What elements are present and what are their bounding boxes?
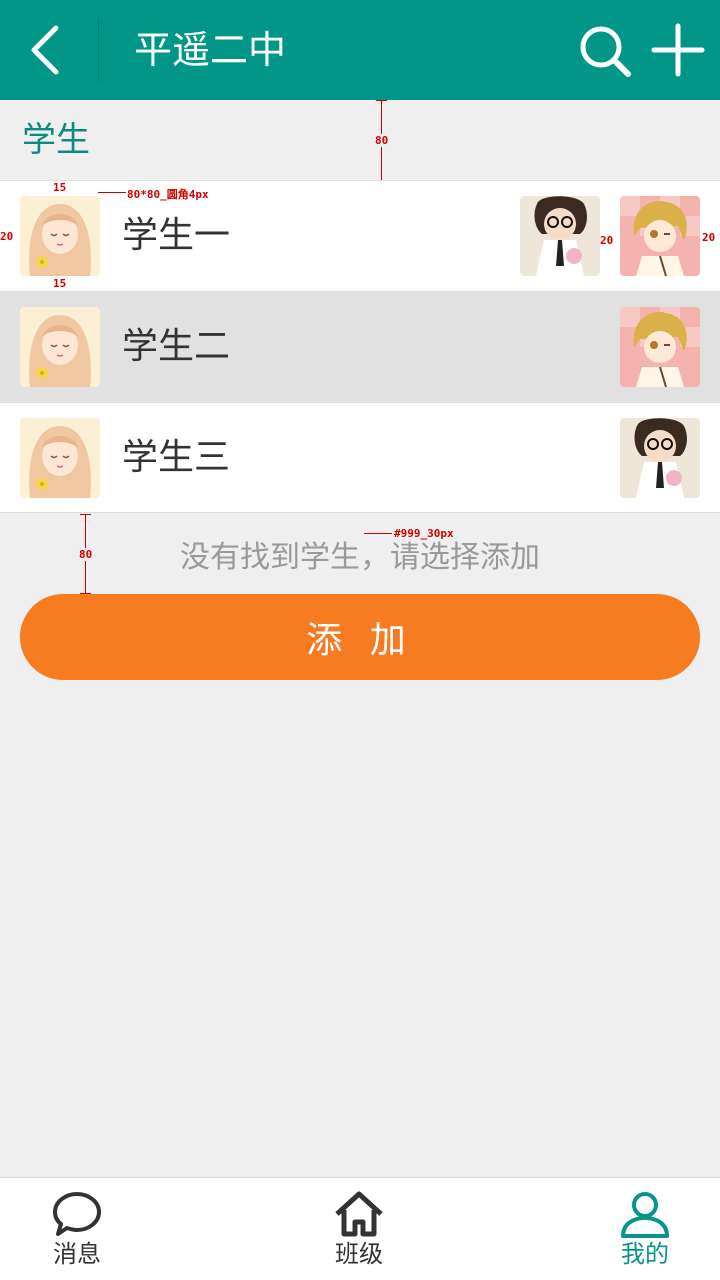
annotation-label: 20 — [0, 230, 14, 243]
section-header: 学生 — [0, 100, 720, 180]
student-avatar — [20, 418, 100, 498]
nav-label: 班级 — [335, 1240, 383, 1268]
search-icon — [580, 26, 631, 77]
annotation-label: 80*80_圆角4px — [127, 188, 209, 201]
annotation-line — [98, 192, 126, 193]
student-avatar — [20, 196, 100, 276]
nav-label: 我的 — [621, 1240, 669, 1268]
add-button-header[interactable] — [650, 22, 706, 78]
annotation-label: 15 — [53, 277, 67, 290]
page-title: 平遥二中 — [134, 28, 287, 72]
student-name: 学生二 — [122, 326, 231, 367]
nav-label: 消息 — [53, 1240, 101, 1268]
nav-item-messages[interactable]: 消息 — [2, 1178, 152, 1280]
student-row[interactable]: 学生三 — [0, 402, 720, 513]
anime-girl-avatar-image — [20, 196, 100, 276]
blond-boy-avatar-image — [620, 196, 700, 276]
annotation-line — [80, 514, 91, 515]
child-avatar[interactable] — [620, 418, 700, 498]
anime-girl-avatar-image — [20, 307, 100, 387]
student-list: 学生一 学生二 学生三 — [0, 180, 720, 513]
annotation-label: 15 — [53, 181, 67, 194]
blond-boy-avatar-image — [620, 307, 700, 387]
user-icon — [621, 1192, 669, 1238]
student-name: 学生一 — [122, 215, 231, 256]
app-header: 平遥二中 — [0, 0, 720, 100]
child-avatar[interactable] — [620, 196, 700, 276]
student-row[interactable]: 学生二 — [0, 291, 720, 402]
nav-item-me[interactable]: 我的 — [570, 1178, 720, 1280]
annotation-label: 20 — [702, 231, 716, 244]
add-student-button[interactable]: 添 加 — [20, 594, 700, 680]
annotation-line — [376, 100, 387, 101]
section-title: 学生 — [22, 120, 90, 160]
bottom-nav: 消息 班级 我的 — [0, 1177, 720, 1280]
chevron-left-icon — [31, 25, 59, 75]
annotation-label: 20 — [600, 234, 614, 247]
header-divider — [98, 18, 99, 82]
girl-glasses-avatar-image — [520, 196, 600, 276]
child-avatar[interactable] — [620, 307, 700, 387]
chat-bubble-icon — [53, 1192, 101, 1236]
home-icon — [335, 1191, 383, 1237]
search-button[interactable] — [576, 22, 634, 80]
student-avatar — [20, 307, 100, 387]
annotation-label: 80 — [375, 134, 389, 147]
back-button[interactable] — [18, 18, 82, 82]
plus-icon — [651, 23, 705, 77]
child-avatar[interactable] — [520, 196, 600, 276]
empty-hint: 没有找到学生，请选择添加 — [180, 540, 540, 575]
nav-item-class[interactable]: 班级 — [284, 1178, 434, 1280]
student-name: 学生三 — [122, 437, 231, 478]
anime-girl-avatar-image — [20, 418, 100, 498]
girl-glasses-avatar-image — [620, 418, 700, 498]
